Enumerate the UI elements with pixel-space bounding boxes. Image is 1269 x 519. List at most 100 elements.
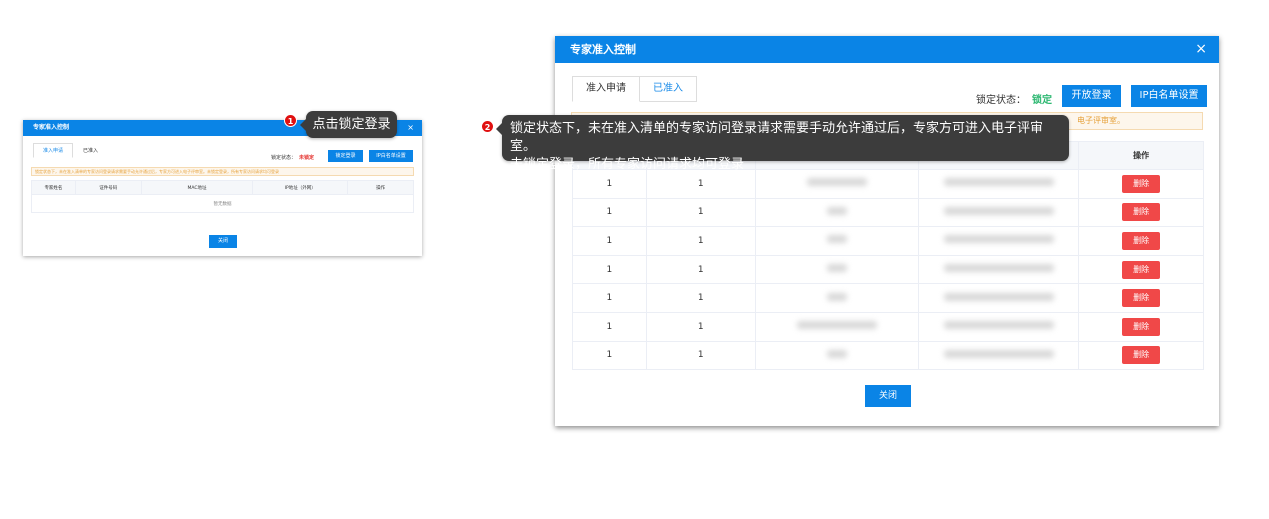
delete-button[interactable]: 删除 xyxy=(1122,346,1161,365)
redacted-ip xyxy=(943,292,1054,301)
step-1-tooltip: 点击锁定登录 xyxy=(300,111,397,138)
cell-mac-redacted xyxy=(754,197,920,228)
cell-id: 1 xyxy=(645,197,756,228)
tooltip-1-arrow xyxy=(300,119,306,131)
step-2-tooltip: 锁定状态下，未在准入清单的专家访问登录请求需要手动允许通过后，专家方可进入电子评… xyxy=(496,115,1069,172)
cell-action: 删除 xyxy=(1078,226,1204,256)
delete-button[interactable]: 删除 xyxy=(1122,260,1161,279)
small-tab-apply[interactable]: 准入申请 xyxy=(33,143,74,158)
cell-id: 1 xyxy=(645,226,756,256)
cell-name: 1 xyxy=(572,283,647,313)
redacted-mac xyxy=(826,292,847,301)
small-empty-row: 暂无数据 xyxy=(31,194,414,213)
delete-button[interactable]: 删除 xyxy=(1122,289,1161,308)
delete-button[interactable]: 删除 xyxy=(1122,203,1161,222)
small-col-name: 专家姓名 xyxy=(31,180,76,195)
delete-button[interactable]: 删除 xyxy=(1122,231,1161,250)
step-2-tooltip-line2: 未锁定登录，所有专家访问请求均可登录 xyxy=(510,157,745,172)
large-expert-access-dialog: 专家准入控制 × 准入申请 已准入 锁定状态： 锁定 开放登录 IP白名单设置 电… xyxy=(555,36,1219,426)
cell-ip-redacted xyxy=(918,226,1080,256)
cell-mac-redacted xyxy=(754,340,920,371)
cell-id: 1 xyxy=(645,254,756,285)
table-row: 1 1 删除 xyxy=(572,283,1204,313)
small-table-header-row: 专家姓名 证件号码 MAC地址 IP地址（外网） 操作 xyxy=(31,180,414,195)
table-row: 1 1 删除 xyxy=(572,226,1204,256)
cell-ip-redacted xyxy=(918,283,1080,313)
cell-mac-redacted xyxy=(754,283,920,313)
cell-name: 1 xyxy=(572,311,647,342)
table-row: 1 1 删除 xyxy=(572,340,1204,371)
small-empty-text: 暂无数据 xyxy=(31,194,414,213)
small-col-action: 操作 xyxy=(347,180,414,195)
redacted-ip xyxy=(943,321,1054,330)
redacted-mac xyxy=(826,264,847,273)
cell-ip-redacted xyxy=(918,197,1080,228)
redacted-mac xyxy=(826,349,847,358)
large-ip-whitelist-button[interactable]: IP白名单设置 xyxy=(1131,85,1207,107)
small-expert-table: 专家姓名 证件号码 MAC地址 IP地址（外网） 操作 暂无数据 xyxy=(31,180,414,213)
redacted-ip xyxy=(943,206,1054,215)
large-lock-status-label: 锁定状态： xyxy=(976,95,1026,106)
redacted-mac xyxy=(806,178,867,187)
small-warning-banner: 锁定状态下，未在准入清单的专家访问登录请求需要手动允许通过后，专家方可进入电子评… xyxy=(31,167,414,176)
small-dialog-title: 专家准入控制 xyxy=(33,124,70,131)
large-dialog-header: 专家准入控制 × xyxy=(555,36,1219,63)
large-tab-apply[interactable]: 准入申请 xyxy=(572,76,640,102)
step-1-tooltip-text: 点击锁定登录 xyxy=(312,117,391,132)
redacted-mac xyxy=(796,321,877,330)
large-close-button[interactable]: 关闭 xyxy=(865,385,911,407)
tooltip-2-arrow xyxy=(496,123,502,135)
cell-action: 删除 xyxy=(1078,197,1204,228)
cell-action: 删除 xyxy=(1078,340,1204,371)
small-tab-admitted[interactable]: 已准入 xyxy=(73,143,108,158)
table-row: 1 1 删除 xyxy=(572,254,1204,285)
step-2-tooltip-line1: 锁定状态下，未在准入清单的专家访问登录请求需要手动允许通过后，专家方可进入电子评… xyxy=(510,121,1044,154)
large-expert-table: 专家姓名 证件号码 MAC地址 IP地址（外网） 操作 1 1 删除 1 1 删… xyxy=(572,141,1204,371)
cell-id: 1 xyxy=(645,311,756,342)
small-dialog-close-icon[interactable]: × xyxy=(407,120,414,136)
large-col-action: 操作 xyxy=(1078,141,1204,170)
redacted-mac xyxy=(826,235,847,244)
cell-name: 1 xyxy=(572,254,647,285)
delete-button[interactable]: 删除 xyxy=(1122,174,1161,193)
redacted-ip xyxy=(943,349,1054,358)
table-row: 1 1 删除 xyxy=(572,197,1204,228)
open-login-button[interactable]: 开放登录 xyxy=(1062,85,1121,107)
small-lock-status-label: 锁定状态： xyxy=(271,155,297,161)
cell-mac-redacted xyxy=(754,254,920,285)
cell-action: 删除 xyxy=(1078,169,1204,199)
cell-action: 删除 xyxy=(1078,254,1204,285)
redacted-ip xyxy=(943,235,1054,244)
small-close-button[interactable]: 关闭 xyxy=(209,235,237,248)
small-col-id: 证件号码 xyxy=(74,180,142,195)
cell-name: 1 xyxy=(572,340,647,371)
cell-name: 1 xyxy=(572,226,647,256)
small-ip-whitelist-button[interactable]: IP白名单设置 xyxy=(369,150,413,162)
small-col-mac: MAC地址 xyxy=(140,180,254,195)
large-dialog-close-icon[interactable]: × xyxy=(1195,36,1207,63)
cell-id: 1 xyxy=(645,283,756,313)
step-1-badge: 1 xyxy=(284,114,297,127)
small-lock-login-button[interactable]: 锁定登录 xyxy=(328,150,363,162)
step-2-badge: 2 xyxy=(481,120,494,133)
small-lock-status: 锁定状态： 未锁定 xyxy=(271,154,314,161)
cell-id: 1 xyxy=(645,340,756,371)
large-tab-admitted[interactable]: 已准入 xyxy=(640,76,697,102)
large-dialog-title: 专家准入控制 xyxy=(570,43,636,56)
cell-action: 删除 xyxy=(1078,283,1204,313)
redacted-ip xyxy=(943,264,1054,273)
cell-ip-redacted xyxy=(918,340,1080,371)
small-dialog-tabs: 准入申请 已准入 xyxy=(33,143,108,158)
large-lock-status: 锁定状态： 锁定 xyxy=(976,91,1052,106)
delete-button[interactable]: 删除 xyxy=(1122,317,1161,336)
large-dialog-tabs: 准入申请 已准入 xyxy=(572,76,697,102)
redacted-ip xyxy=(943,178,1054,187)
redacted-mac xyxy=(826,206,847,215)
table-row: 1 1 删除 xyxy=(572,311,1204,342)
small-expert-access-dialog: 专家准入控制 × 准入申请 已准入 锁定状态： 未锁定 锁定登录 IP白名单设置 … xyxy=(23,120,422,256)
cell-name: 1 xyxy=(572,197,647,228)
small-col-ip: IP地址（外网） xyxy=(252,180,349,195)
cell-mac-redacted xyxy=(754,311,920,342)
cell-action: 删除 xyxy=(1078,311,1204,342)
small-lock-status-value: 未锁定 xyxy=(299,155,315,161)
